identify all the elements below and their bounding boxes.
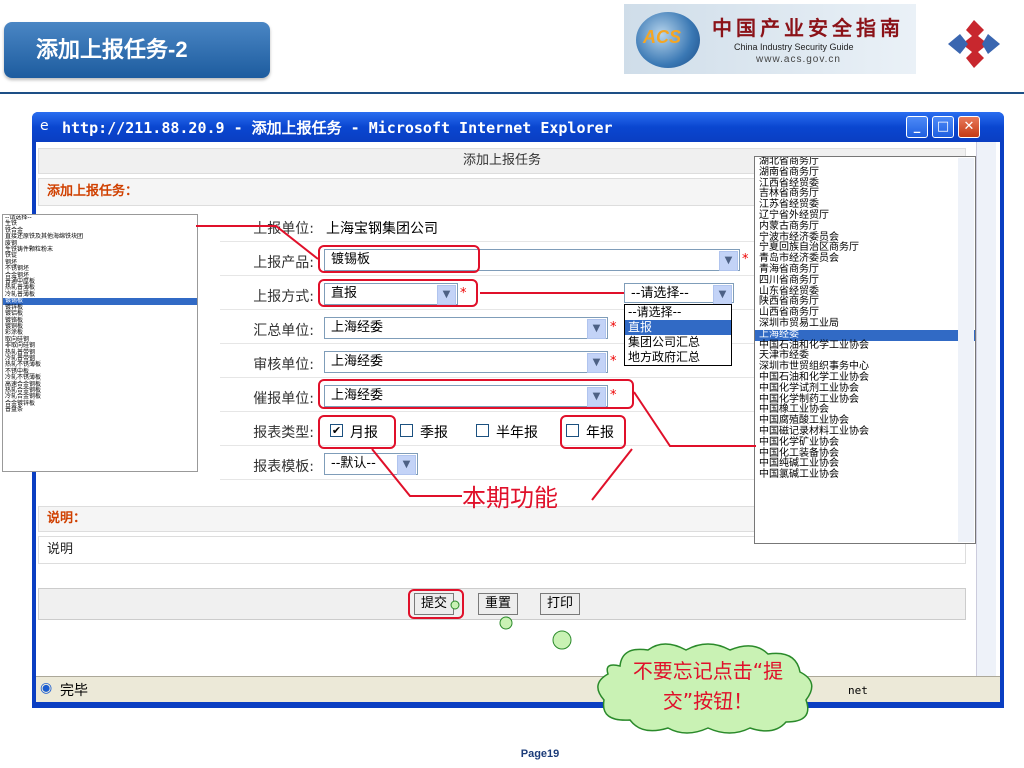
label-report-type: 报表类型: bbox=[253, 425, 314, 441]
method-option[interactable]: 集团公司汇总 bbox=[625, 335, 731, 350]
highlight-monthly bbox=[318, 415, 396, 449]
checkbox-halfyear[interactable] bbox=[476, 424, 489, 437]
template-select[interactable]: --默认-- ▼ bbox=[324, 453, 418, 475]
ie-scrollbar[interactable] bbox=[976, 142, 996, 676]
summary-select[interactable]: 上海经委 ▼ bbox=[324, 317, 608, 339]
highlight-method bbox=[318, 279, 478, 307]
highlight-urge bbox=[318, 379, 634, 409]
chevron-down-icon[interactable]: ▼ bbox=[587, 319, 606, 339]
print-button[interactable]: 打印 bbox=[540, 593, 581, 615]
status-zone: net bbox=[848, 684, 868, 697]
org-list-item[interactable]: 中国氯碱工业协会 bbox=[755, 469, 975, 481]
maximize-icon[interactable]: □ bbox=[932, 116, 954, 138]
chevron-down-icon[interactable]: ▼ bbox=[397, 455, 416, 475]
logo-cn-text: 中国产业安全指南 bbox=[712, 16, 904, 40]
review-select[interactable]: 上海经委 ▼ bbox=[324, 351, 608, 373]
label-product: 上报产品: bbox=[253, 255, 314, 271]
label-template: 报表模板: bbox=[253, 459, 314, 475]
org-list-scrollbar[interactable] bbox=[958, 158, 974, 542]
slide-title: 添加上报任务-2 bbox=[4, 22, 270, 78]
label-unit: 上报单位: bbox=[253, 221, 314, 237]
page-number: Page19 bbox=[520, 748, 560, 760]
chevron-down-icon[interactable]: ▼ bbox=[719, 251, 738, 271]
org-list-item[interactable]: 四川省商务厅 bbox=[755, 275, 975, 287]
ie-logo-icon: e bbox=[40, 118, 49, 134]
org-list-item[interactable]: 内蒙古商务厅 bbox=[755, 221, 975, 233]
value-unit: 上海宝钢集团公司 bbox=[326, 221, 438, 237]
org-list-popup[interactable]: 湖北省商务厅 湖南省商务厅 江西省经贸委 吉林省商务厅 江苏省经贸委 辽宁省外经贸厅 内蒙古… bbox=[754, 156, 976, 544]
label-summary: 汇总单位: bbox=[253, 323, 314, 339]
required-mark: * bbox=[742, 252, 749, 267]
product-list-popup[interactable]: --请选择-- 生铁 铁合金 直接还原铁及其他海绵铁块团 废钢 生铁铸件颗粒粉末 铁锭 钢坯不… bbox=[2, 214, 198, 472]
highlight-submit bbox=[408, 589, 464, 619]
org-list-item[interactable]: 中国化学矿业协会 bbox=[755, 437, 975, 449]
option-halfyear: 半年报 bbox=[496, 425, 538, 441]
logo-url-text: www.acs.gov.cn bbox=[756, 54, 841, 65]
required-mark: * bbox=[610, 320, 617, 335]
checkbox-quarterly[interactable] bbox=[400, 424, 413, 437]
method-dropdown-select[interactable]: --请选择-- ▼ bbox=[624, 283, 734, 305]
chevron-down-icon[interactable]: ▼ bbox=[713, 285, 732, 305]
template-value: --默认-- bbox=[331, 456, 376, 471]
highlight-annual bbox=[560, 415, 626, 449]
label-urge: 催报单位: bbox=[253, 391, 314, 407]
product-list-item[interactable]: 普盘条 bbox=[3, 406, 197, 413]
callout-current-function: 本期功能 bbox=[462, 484, 558, 512]
org-list-item[interactable]: 湖南省商务厅 bbox=[755, 167, 975, 179]
close-icon[interactable]: ✕ bbox=[958, 116, 980, 138]
method-dropdown-value: --请选择-- bbox=[631, 286, 689, 301]
page-done-icon: ◉ bbox=[40, 680, 53, 696]
method-option[interactable]: 地方政府汇总 bbox=[625, 350, 731, 365]
status-text: 完毕 bbox=[60, 683, 88, 699]
review-value: 上海经委 bbox=[331, 354, 384, 369]
reminder-text: 不要忘记点击“提交”按钮！ bbox=[632, 659, 784, 713]
option-quarterly: 季报 bbox=[420, 425, 448, 441]
logo-en-text: China Industry Security Guide bbox=[734, 42, 854, 52]
header-divider bbox=[0, 92, 1024, 94]
minimize-icon[interactable]: _ bbox=[906, 116, 928, 138]
label-review: 审核单位: bbox=[253, 357, 314, 373]
method-option[interactable]: 直报 bbox=[625, 320, 731, 335]
reset-button[interactable]: 重置 bbox=[478, 593, 519, 615]
org-list-item[interactable]: 上海经委 bbox=[755, 329, 975, 341]
summary-value: 上海经委 bbox=[331, 320, 384, 335]
chevron-down-icon[interactable]: ▼ bbox=[587, 353, 606, 373]
ie-title: http://211.88.20.9 - 添加上报任务 - Microsoft … bbox=[62, 119, 613, 137]
method-dropdown-list[interactable]: --请选择-- 直报 集团公司汇总 地方政府汇总 bbox=[624, 304, 732, 366]
logo-acs: ACS bbox=[643, 27, 682, 47]
highlight-product bbox=[318, 245, 480, 273]
corner-logo-icon bbox=[948, 20, 1000, 68]
method-option[interactable]: --请选择-- bbox=[625, 305, 731, 320]
required-mark: * bbox=[610, 354, 617, 369]
label-method: 上报方式: bbox=[253, 289, 314, 305]
org-list-item[interactable]: 中国化学试剂工业协会 bbox=[755, 383, 975, 395]
